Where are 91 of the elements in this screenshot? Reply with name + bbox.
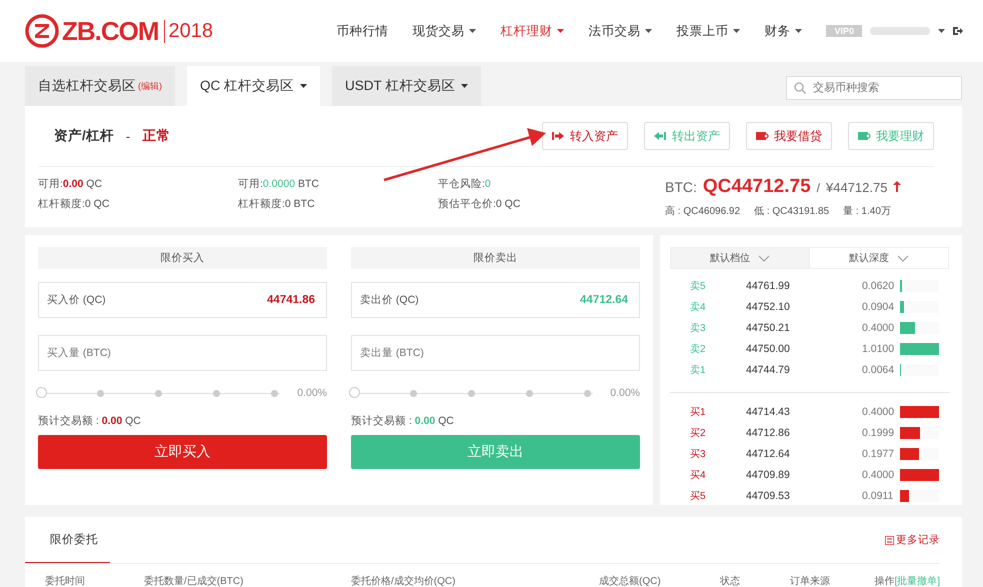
column-header: 订单来源 [790, 574, 831, 587]
side-label: 卖1 [689, 364, 707, 376]
percent-text: 0.00% [610, 387, 640, 399]
nav-link[interactable]: 现货交易 [412, 22, 476, 40]
amount-cell-text: 1.0100 [862, 342, 896, 354]
market-tab[interactable]: QC 杠杆交易区 [187, 66, 320, 106]
amount-cell-text: 0.0620 [862, 280, 896, 292]
status-text: 正常 [142, 127, 170, 145]
separator-text: / [816, 181, 820, 195]
amount-cell-text: 0.0911 [862, 490, 894, 502]
submit-button[interactable]: 立即买入 [38, 435, 327, 469]
logo-icon [25, 14, 59, 48]
more-records-link[interactable]: 更多记录 [885, 533, 940, 547]
side-label: 买1 [689, 406, 707, 418]
list-icon [885, 536, 894, 544]
search-field[interactable]: 交易币种搜索 [786, 76, 962, 100]
price-cell-text: 44709.53 [746, 490, 791, 502]
price-cell-text: 44761.99 [746, 280, 791, 292]
side-label: 卖3 [689, 322, 707, 334]
column-header: 操作 [874, 576, 894, 587]
side-label: 买4 [689, 468, 707, 482]
amount-field[interactable]: 卖出量 (BTC) [351, 335, 640, 371]
side-label: 卖4 [689, 300, 707, 314]
ticker-stat: 量 : 1.40万 [843, 205, 891, 218]
asset-stat: 预估平仓价:0 QC [438, 197, 522, 212]
price-cell-text: 44709.89 [746, 468, 791, 480]
side-label: 买3 [689, 448, 707, 460]
arrow-out-icon [654, 131, 667, 141]
edit-link[interactable]: (编辑) [138, 80, 162, 92]
wallet-icon [858, 131, 871, 141]
price-cell-text: 44752.10 [746, 300, 791, 312]
caret-icon [938, 29, 945, 33]
action-button[interactable]: 转入资产 [542, 122, 628, 150]
price-cell-text: 44744.79 [746, 364, 791, 376]
nav-link[interactable]: 投票上币 [676, 22, 740, 40]
market-tab[interactable]: USDT 杠杆交易区 [332, 66, 482, 106]
estimated-total: 预计交易额 : 0.00 QC [351, 414, 455, 428]
side-label: 买2 [689, 426, 707, 440]
side-label: 卖5 [689, 280, 707, 292]
arrow-in-icon [552, 131, 565, 141]
separator-text: - [126, 128, 130, 144]
asset-stat: 可用:0.0000 BTC [238, 177, 320, 192]
logout-icon [953, 26, 963, 36]
price-cell-text: 44750.00 [746, 342, 791, 354]
asset-stat: 平仓风险:0 [438, 177, 492, 192]
amount-cell-text: 0.0064 [862, 364, 896, 376]
amount-cell-text: 0.4000 [862, 468, 896, 480]
logo-text: ZB.COM [62, 16, 159, 46]
amount-cell-text: 0.0904 [862, 300, 896, 312]
price-field[interactable]: 买入价 (QC) 44741.86 [38, 282, 327, 318]
search-icon [794, 82, 806, 94]
ticker-stat: 高 : QC46096.92 [665, 204, 740, 218]
column-header: 委托数量/已成交(BTC) [144, 574, 244, 587]
price-field[interactable]: 卖出价 (QC) 44712.64 [351, 282, 640, 318]
column-header: 委托时间 [45, 574, 86, 587]
amount-cell-text: 0.1977 [862, 448, 896, 460]
logo-year: 2018 [164, 20, 214, 42]
price-cell-text: 44750.21 [746, 322, 791, 334]
nav-link[interactable]: 财务 [764, 22, 802, 40]
price-cell-text: 44712.86 [746, 426, 791, 438]
asset-stat: 可用:0.00 QC [38, 177, 104, 192]
amount-field[interactable]: 买入量 (BTC) [38, 335, 327, 371]
column-header: 成交总额(QC) [599, 574, 662, 587]
side-label: 买5 [689, 490, 707, 502]
column-header: 委托价格/成交均价(QC) [351, 574, 456, 587]
order-type-header: 限价买入 [38, 247, 327, 269]
nav-link[interactable]: 币种行情 [336, 22, 388, 40]
side-label: 卖2 [689, 342, 707, 356]
asset-title: 资产/杠杆 [54, 127, 114, 145]
asset-stat: 杠杆额度:0 BTC [238, 197, 316, 212]
blurred-account [870, 27, 930, 35]
order-type-header: 限价卖出 [351, 247, 640, 269]
orders-tab[interactable]: 限价委托 [25, 517, 110, 563]
amount-cell-text: 0.4000 [862, 406, 896, 418]
nav-link[interactable]: 杠杆理财 [500, 22, 564, 40]
price-cell-text: 44714.43 [746, 406, 791, 418]
wallet-icon [756, 131, 769, 141]
ticker-stat: 低 : QC43191.85 [754, 205, 830, 218]
percent-text: 0.00% [297, 387, 327, 399]
price-cell-text: 44712.64 [746, 448, 791, 460]
market-tab[interactable]: 自选杠杆交易区(编辑) [25, 66, 175, 106]
amount-cell-text: 0.1999 [862, 426, 896, 438]
pair-label: BTC: [665, 179, 697, 195]
asset-stat: 杠杆额度:0 QC [38, 197, 110, 212]
amount-cell-text: 0.4000 [862, 322, 896, 334]
last-price: QC44712.75 [702, 176, 811, 198]
estimated-total: 预计交易额 : 0.00 QC [38, 414, 142, 428]
action-button[interactable]: 我要借贷 [746, 122, 832, 150]
cny-price: ¥44712.75 [826, 180, 888, 195]
nav-link[interactable]: 法币交易 [588, 22, 652, 40]
column-header: 状态 [720, 574, 741, 587]
